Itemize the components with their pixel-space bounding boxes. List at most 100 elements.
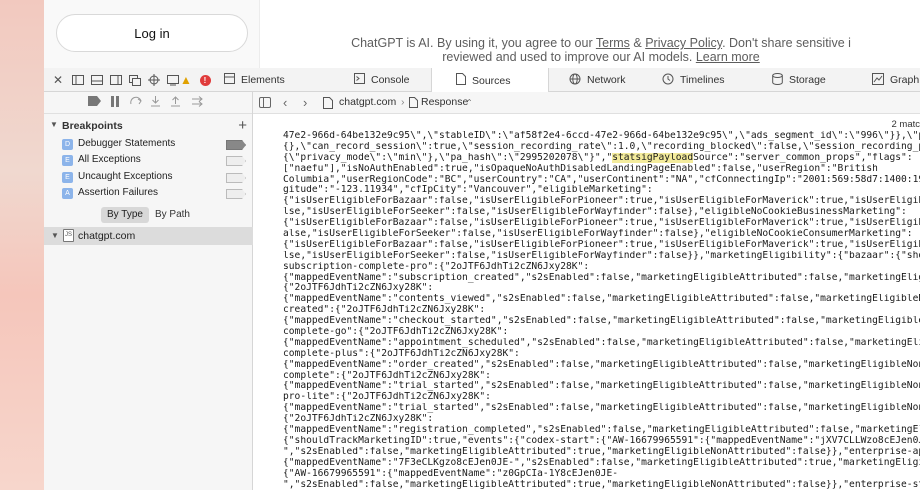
resource-tree-item[interactable]: ▼ JS chatgpt.com: [44, 227, 253, 245]
tab-label: Elements: [241, 74, 285, 86]
debugger-controls: [44, 92, 252, 114]
sources-icon: [456, 73, 466, 88]
grouping-toggle: By Type By Path: [101, 207, 196, 223]
dock-left-icon[interactable]: [70, 72, 86, 88]
code-line: {\"privacy_mode\":\"min\"},\"pa_hash\":\…: [283, 152, 920, 164]
breakpoint-uncaught-exceptions[interactable]: E Uncaught Exceptions: [62, 170, 250, 186]
code-line: {"isUserEligibleForBazaar":false,"isUser…: [283, 218, 920, 229]
tab-network[interactable]: Network: [561, 68, 661, 92]
code-line: {"mappedEventName":"order_created","s2sE…: [283, 360, 920, 371]
code-text: lse,"isUserEligibleForSeeker":false,"isU…: [283, 207, 907, 218]
code-text: {"isUserEligibleForBazaar":false,"isUser…: [283, 196, 920, 207]
network-icon: [569, 73, 581, 88]
by-type-button[interactable]: By Type: [101, 207, 149, 223]
tab-timelines[interactable]: Timelines: [654, 68, 764, 92]
toggle-navigation-sidebar-icon[interactable]: [259, 97, 271, 108]
code-text: complete-plus":{"2oJTF6JdhTi2cZN6Jxy28K"…: [283, 348, 520, 359]
terms-text-a: ChatGPT is AI. By using it, you agree to…: [351, 36, 596, 50]
disclosure-triangle-icon[interactable]: ▼: [51, 231, 59, 240]
tab-storage[interactable]: Storage: [764, 68, 864, 92]
breakpoint-enabled-toggle[interactable]: [226, 156, 246, 166]
breakpoint-debugger-statements[interactable]: D Debugger Statements: [62, 137, 250, 153]
breadcrumb-domain[interactable]: chatgpt.com: [339, 96, 396, 108]
code-line: {"2oJTF6JdhTi2cZN6Jxy28K":: [283, 414, 920, 425]
breakpoint-type-icon: E: [62, 155, 73, 166]
pause-icon[interactable]: [110, 96, 120, 110]
resource-type-select[interactable]: Response: [421, 96, 468, 108]
breakpoint-enabled-toggle[interactable]: [226, 189, 246, 199]
code-line: ["naefu"],"isNoAuthEnabled":true,"isOpaq…: [283, 164, 920, 175]
code-text: 47e2-966d-64be132e9c95\",\"stableID\":\"…: [283, 131, 920, 141]
console-icon: [354, 73, 365, 87]
source-code-view[interactable]: 47e2-966d-64be132e9c95\",\"stableID\":\"…: [283, 131, 920, 490]
code-line: {"mappedEventName":"checkout_started","s…: [283, 316, 920, 327]
code-line: {"mappedEventName":"trial_started","s2sE…: [283, 403, 920, 414]
warning-icon[interactable]: ▲: [178, 72, 194, 88]
breakpoints-toggle-icon[interactable]: [88, 96, 101, 109]
code-text: gitude":"-123.11934","cfIpCity":"Vancouv…: [283, 185, 653, 196]
sources-sidebar: ▼ Breakpoints + D Debugger Statements E …: [44, 92, 253, 490]
code-text: {"mappedEventName":"order_created","s2sE…: [283, 359, 920, 370]
tab-label: Sources: [472, 74, 511, 87]
code-text: {"mappedEventName":"trial_started","s2sE…: [283, 403, 920, 414]
tab-label: Console: [371, 74, 410, 86]
tree-item-label: chatgpt.com: [78, 230, 136, 242]
error-icon[interactable]: !: [197, 72, 213, 88]
add-breakpoint-button[interactable]: +: [238, 117, 247, 134]
code-text: ","s2sEnabled":false,"marketingEligibleA…: [283, 446, 920, 457]
code-line: alse,"isUserEligibleForSeeker":false,"is…: [283, 229, 920, 240]
code-text: lse,"isUserEligibleForSeeker":false,"isU…: [283, 250, 920, 261]
tab-console[interactable]: Console: [346, 68, 432, 92]
breakpoint-assertion-failures[interactable]: A Assertion Failures: [62, 186, 250, 202]
disclosure-triangle-icon[interactable]: ▼: [50, 120, 58, 129]
code-line: {"AW-16679965591":{"mappedEventName":"z0…: [283, 469, 920, 480]
tab-label: Timelines: [680, 74, 725, 86]
code-text: subscription-complete-pro":{"2oJTF6JdhTi…: [283, 261, 590, 272]
code-line: gitude":"-123.11934","cfIpCity":"Vancouv…: [283, 185, 920, 196]
tab-label: Storage: [789, 74, 826, 86]
tab-label: Graph: [890, 74, 920, 86]
match-count: 2 matc: [891, 119, 920, 130]
by-path-button[interactable]: By Path: [149, 207, 196, 223]
code-line: subscription-complete-pro":{"2oJTF6JdhTi…: [283, 262, 920, 273]
code-text: {"mappedEventName":"trial_started","s2sE…: [283, 381, 920, 392]
tab-graphics[interactable]: Graph: [864, 68, 920, 92]
tab-sources[interactable]: Sources: [431, 68, 549, 93]
breakpoint-label: All Exceptions: [78, 154, 141, 165]
content-navigation-bar: ‹ › chatgpt.com › Response ⌃: [253, 92, 920, 114]
breakpoint-all-exceptions[interactable]: E All Exceptions: [62, 153, 250, 169]
code-text: {"2oJTF6JdhTi2cZN6Jxy28K":: [283, 414, 434, 425]
forward-icon[interactable]: ›: [303, 95, 307, 110]
continue-icon[interactable]: [192, 96, 204, 110]
step-out-icon[interactable]: [170, 96, 181, 110]
breakpoint-enabled-toggle[interactable]: [226, 140, 246, 150]
login-button[interactable]: Log in: [56, 14, 248, 52]
code-line: lse,"isUserEligibleForSeeker":false,"isU…: [283, 207, 920, 218]
code-line: {"2oJTF6JdhTi2cZN6Jxy28K":: [283, 283, 920, 294]
step-into-icon[interactable]: [150, 96, 161, 110]
dock-right-icon[interactable]: [108, 72, 124, 88]
chevron-updown-icon[interactable]: ⌃: [466, 98, 473, 107]
element-picker-icon[interactable]: [146, 72, 162, 88]
learn-more-link[interactable]: Learn more: [696, 50, 760, 64]
code-line: {"mappedEventName":"subscription_created…: [283, 273, 920, 284]
privacy-policy-link[interactable]: Privacy Policy: [645, 36, 722, 50]
code-text: {"mappedEventName":"appointment_schedule…: [283, 337, 920, 348]
code-line: {"isUserEligibleForBazaar":false,"isUser…: [283, 196, 920, 207]
graph-icon: [872, 72, 884, 88]
code-text: pro-lite":{"2oJTF6JdhTi2cZN6Jxy28K":: [283, 392, 491, 403]
code-text: {"isUserEligibleForBazaar":false,"isUser…: [283, 239, 920, 250]
code-text: ","s2sEnabled":false,"marketingEligibleA…: [283, 479, 920, 490]
breakpoint-enabled-toggle[interactable]: [226, 173, 246, 183]
back-icon[interactable]: ‹: [283, 95, 287, 110]
terms-link[interactable]: Terms: [596, 36, 630, 50]
close-icon[interactable]: ✕: [50, 72, 66, 88]
dock-bottom-icon[interactable]: [89, 72, 105, 88]
breadcrumb-separator: ›: [401, 96, 405, 108]
undock-icon[interactable]: [127, 72, 143, 88]
code-line: pro-lite":{"2oJTF6JdhTi2cZN6Jxy28K":: [283, 392, 920, 403]
code-line: Columbia","userRegionCode":"BC","userCou…: [283, 175, 920, 186]
breakpoints-section-header[interactable]: ▼ Breakpoints +: [44, 117, 253, 135]
step-over-icon[interactable]: [130, 96, 142, 110]
elements-icon: [224, 73, 235, 87]
